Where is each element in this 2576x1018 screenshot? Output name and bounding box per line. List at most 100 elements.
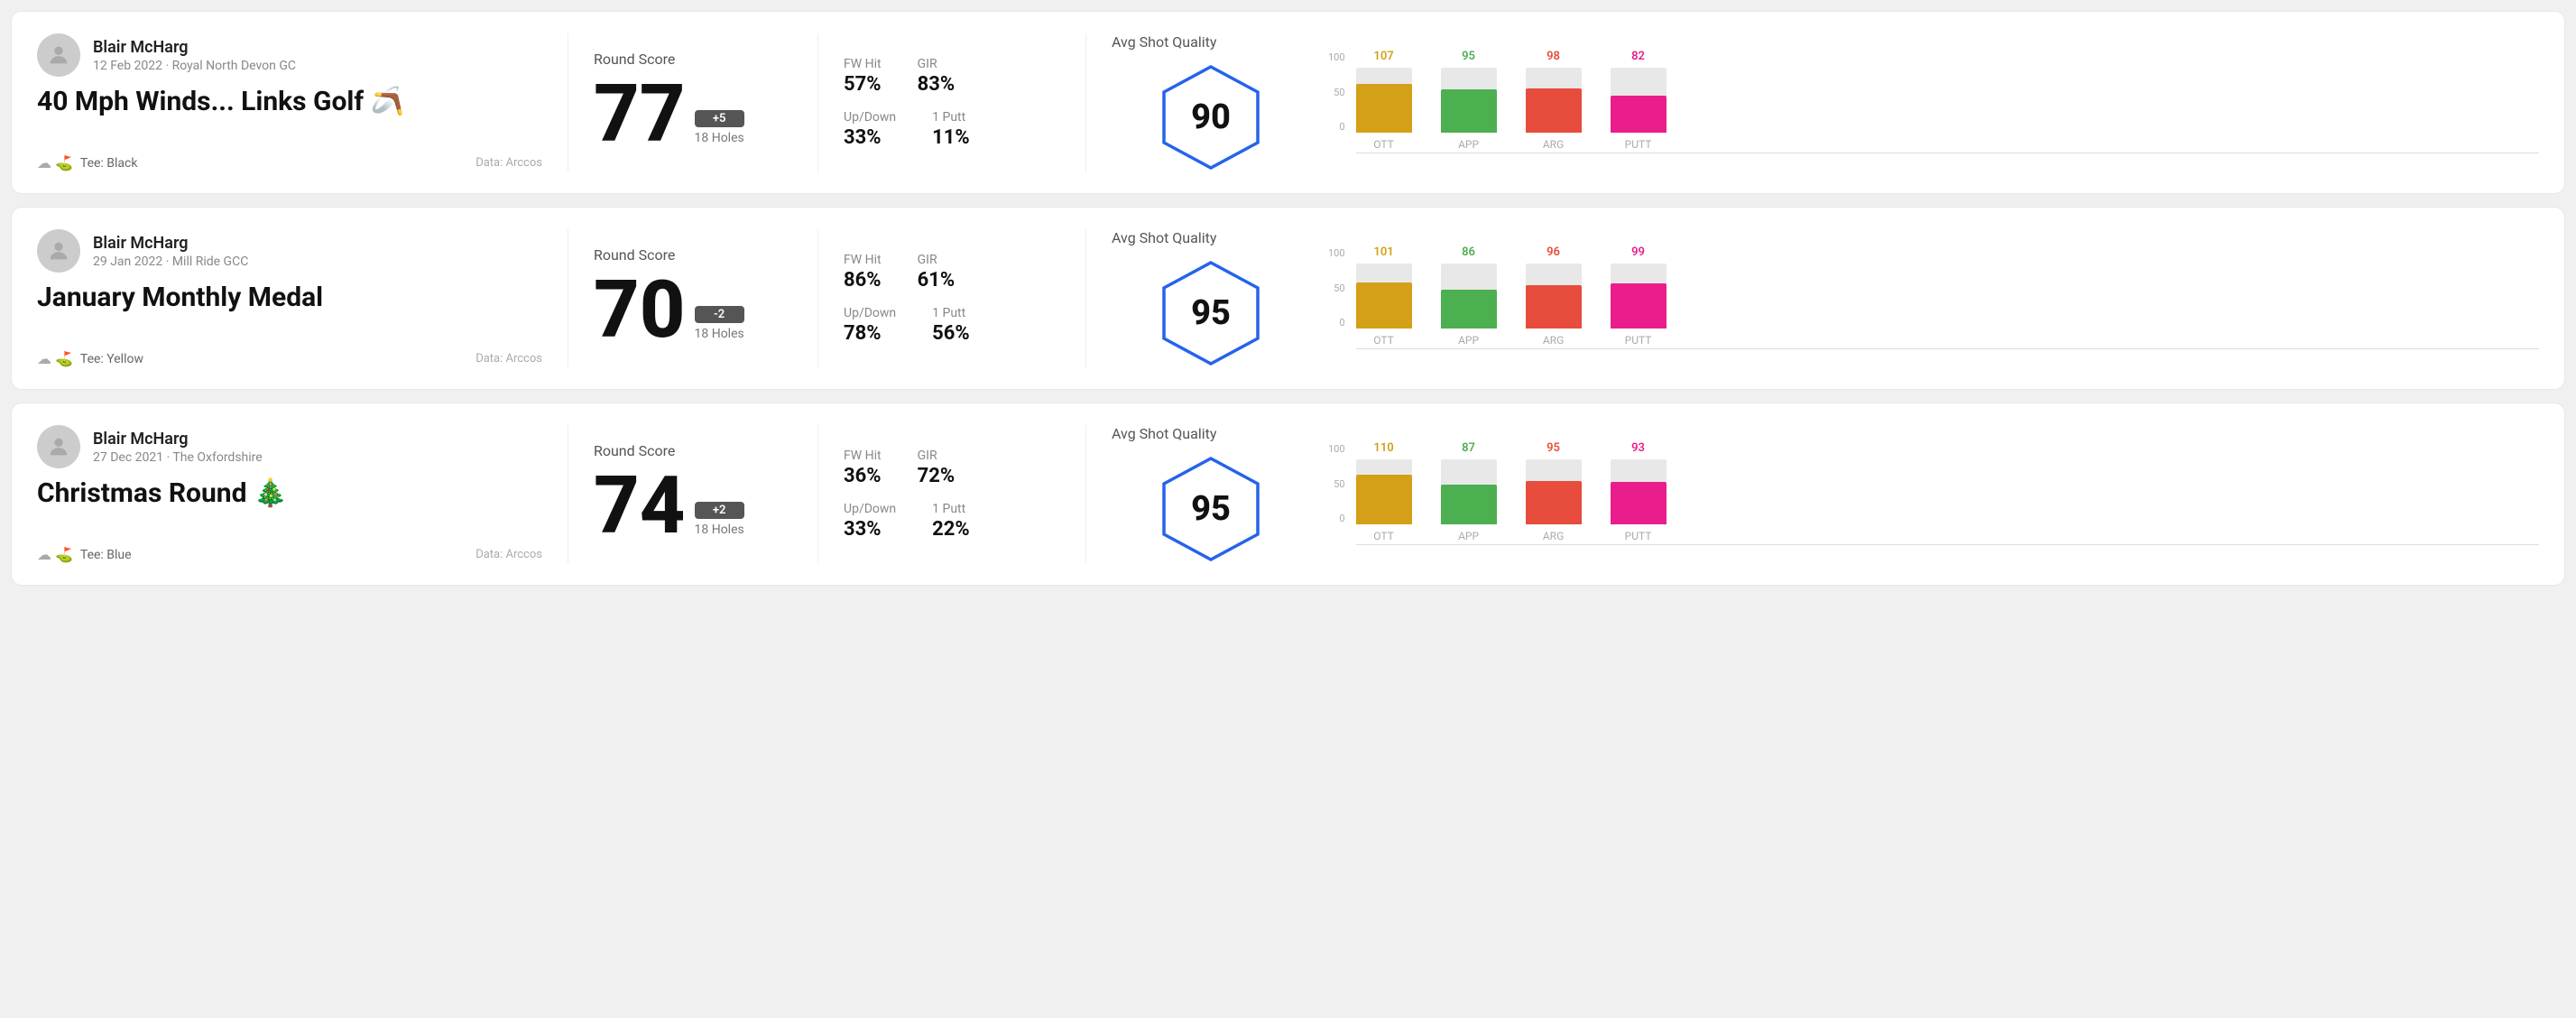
chart-bars-wrapper-2: 110 OTT 87 APP 95: [1356, 443, 2539, 545]
bar-wrapper-app: [1441, 264, 1497, 329]
bar-value-arg: 95: [1547, 441, 1560, 455]
round-card-2: Blair McHarg 27 Dec 2021 · The Oxfordshi…: [11, 403, 2565, 586]
divider-score-1: [817, 229, 818, 367]
bar-label-putt: PUTT: [1625, 334, 1652, 347]
stats-row-top-2: FW Hit 36% GIR 72%: [844, 449, 1060, 487]
bar-wrapper-ott: [1356, 68, 1412, 133]
score-number-2: 74: [594, 467, 686, 546]
bar-group-ott: 107 OTT: [1356, 50, 1412, 151]
bar-fill-putt: [1611, 283, 1667, 329]
user-name-0: Blair McHarg: [93, 38, 296, 57]
chart-bars-wrapper-1: 101 OTT 86 APP 96: [1356, 247, 2539, 349]
chart-y-axis-1: 100 50 0: [1328, 247, 1345, 329]
stats-section-1: FW Hit 86% GIR 61% Up/Down 78% 1 Putt: [844, 229, 1060, 367]
chart-section-0: 100 50 0 107 OTT 95: [1310, 33, 2539, 171]
bar-value-putt: 93: [1631, 441, 1645, 455]
bar-value-putt: 99: [1631, 245, 1645, 259]
quality-section-2: Avg Shot Quality 95: [1112, 425, 1310, 563]
bar-label-ott: OTT: [1373, 334, 1394, 347]
date-course-1: 29 Jan 2022 · Mill Ride GCC: [93, 255, 248, 269]
hexagon-container-1: 95: [1157, 259, 1265, 367]
gir-stat-2: GIR 72%: [918, 449, 956, 487]
stats-row-bottom-2: Up/Down 33% 1 Putt 22%: [844, 502, 1060, 541]
gir-value-0: 83%: [918, 73, 956, 96]
bar-value-app: 86: [1462, 245, 1475, 259]
fw-hit-stat-2: FW Hit 36%: [844, 449, 882, 487]
tee-text-1: Tee: Yellow: [80, 352, 143, 366]
stats-row-top-1: FW Hit 86% GIR 61%: [844, 253, 1060, 292]
y-label-100-0: 100: [1328, 51, 1345, 63]
bar-wrapper-app: [1441, 68, 1497, 133]
chart-section-2: 100 50 0 110 OTT 87: [1310, 425, 2539, 563]
bar-fill-app: [1441, 290, 1497, 329]
data-source-0: Data: Arccos: [475, 156, 542, 170]
bar-group-putt: 99 PUTT: [1611, 245, 1667, 347]
bar-group-putt: 93 PUTT: [1611, 441, 1667, 542]
score-number-1: 70: [594, 271, 686, 350]
one-putt-label-1: 1 Putt: [932, 306, 970, 320]
bottom-info-1: ☁ ⛳ Tee: Yellow Data: Arccos: [37, 350, 542, 367]
fw-hit-value-0: 57%: [844, 73, 882, 96]
user-name-2: Blair McHarg: [93, 430, 263, 449]
y-label-0-2: 0: [1328, 513, 1345, 524]
round-title-1: January Monthly Medal: [37, 282, 542, 314]
score-main-2: 74 +2 18 Holes: [594, 467, 792, 546]
chart-bars-wrapper-0: 107 OTT 95 APP 98: [1356, 51, 2539, 153]
rounds-list: Blair McHarg 12 Feb 2022 · Royal North D…: [11, 11, 2565, 586]
score-number-0: 77: [594, 75, 686, 154]
bar-group-arg: 95 ARG: [1526, 441, 1582, 542]
data-source-2: Data: Arccos: [475, 548, 542, 561]
tee-text-2: Tee: Blue: [80, 548, 132, 562]
updown-value-2: 33%: [844, 518, 896, 541]
updown-stat-2: Up/Down 33%: [844, 502, 896, 541]
gir-value-1: 61%: [918, 269, 956, 292]
bar-value-ott: 107: [1373, 50, 1393, 63]
bar-value-putt: 82: [1631, 50, 1645, 63]
bottom-info-2: ☁ ⛳ Tee: Blue Data: Arccos: [37, 546, 542, 563]
weather-icon-0: ☁ ⛳: [37, 154, 73, 171]
score-section-0: Round Score 77 +5 18 Holes: [594, 33, 792, 171]
left-section-1: Blair McHarg 29 Jan 2022 · Mill Ride GCC…: [37, 229, 542, 367]
one-putt-value-1: 56%: [932, 322, 970, 345]
tee-text-0: Tee: Black: [80, 156, 138, 171]
y-label-0-1: 0: [1328, 317, 1345, 329]
updown-value-0: 33%: [844, 126, 896, 149]
fw-hit-value-1: 86%: [844, 269, 882, 292]
weather-icon-1: ☁ ⛳: [37, 350, 73, 367]
quality-wrapper-0: 90: [1157, 63, 1265, 171]
bar-group-putt: 82 PUTT: [1611, 50, 1667, 151]
fw-hit-label-1: FW Hit: [844, 253, 882, 267]
updown-stat-0: Up/Down 33%: [844, 110, 896, 149]
bar-value-app: 87: [1462, 441, 1475, 455]
round-card-1: Blair McHarg 29 Jan 2022 · Mill Ride GCC…: [11, 207, 2565, 390]
bar-group-app: 95 APP: [1441, 50, 1497, 151]
avatar-1: [37, 229, 80, 273]
left-section-0: Blair McHarg 12 Feb 2022 · Royal North D…: [37, 33, 542, 171]
bar-fill-ott: [1356, 282, 1412, 329]
score-badge-holes-0: +5 18 Holes: [695, 110, 744, 154]
weather-icon-2: ☁ ⛳: [37, 546, 73, 563]
bar-label-ott: OTT: [1373, 138, 1394, 151]
one-putt-stat-1: 1 Putt 56%: [932, 306, 970, 345]
one-putt-label-2: 1 Putt: [932, 502, 970, 516]
stats-row-top-0: FW Hit 57% GIR 83%: [844, 57, 1060, 96]
chart-bars-0: 107 OTT 95 APP 98: [1356, 51, 2539, 151]
bar-group-app: 87 APP: [1441, 441, 1497, 542]
bar-wrapper-arg: [1526, 68, 1582, 133]
fw-hit-value-2: 36%: [844, 465, 882, 487]
round-title-0: 40 Mph Winds... Links Golf 🪃: [37, 86, 542, 118]
bar-fill-app: [1441, 89, 1497, 133]
hexagon-score-2: 95: [1191, 489, 1231, 529]
divider-stats-1: [1085, 229, 1086, 367]
gir-label-1: GIR: [918, 253, 956, 267]
bar-wrapper-ott: [1356, 264, 1412, 329]
bar-value-arg: 98: [1547, 50, 1560, 63]
score-badge-holes-2: +2 18 Holes: [695, 502, 744, 546]
bar-label-app: APP: [1458, 334, 1479, 347]
stats-section-0: FW Hit 57% GIR 83% Up/Down 33% 1 Putt: [844, 33, 1060, 171]
bar-value-ott: 110: [1373, 441, 1393, 455]
bar-wrapper-app: [1441, 459, 1497, 524]
bar-fill-ott: [1356, 84, 1412, 133]
one-putt-stat-0: 1 Putt 11%: [932, 110, 970, 149]
chart-bars-1: 101 OTT 86 APP 96: [1356, 247, 2539, 347]
